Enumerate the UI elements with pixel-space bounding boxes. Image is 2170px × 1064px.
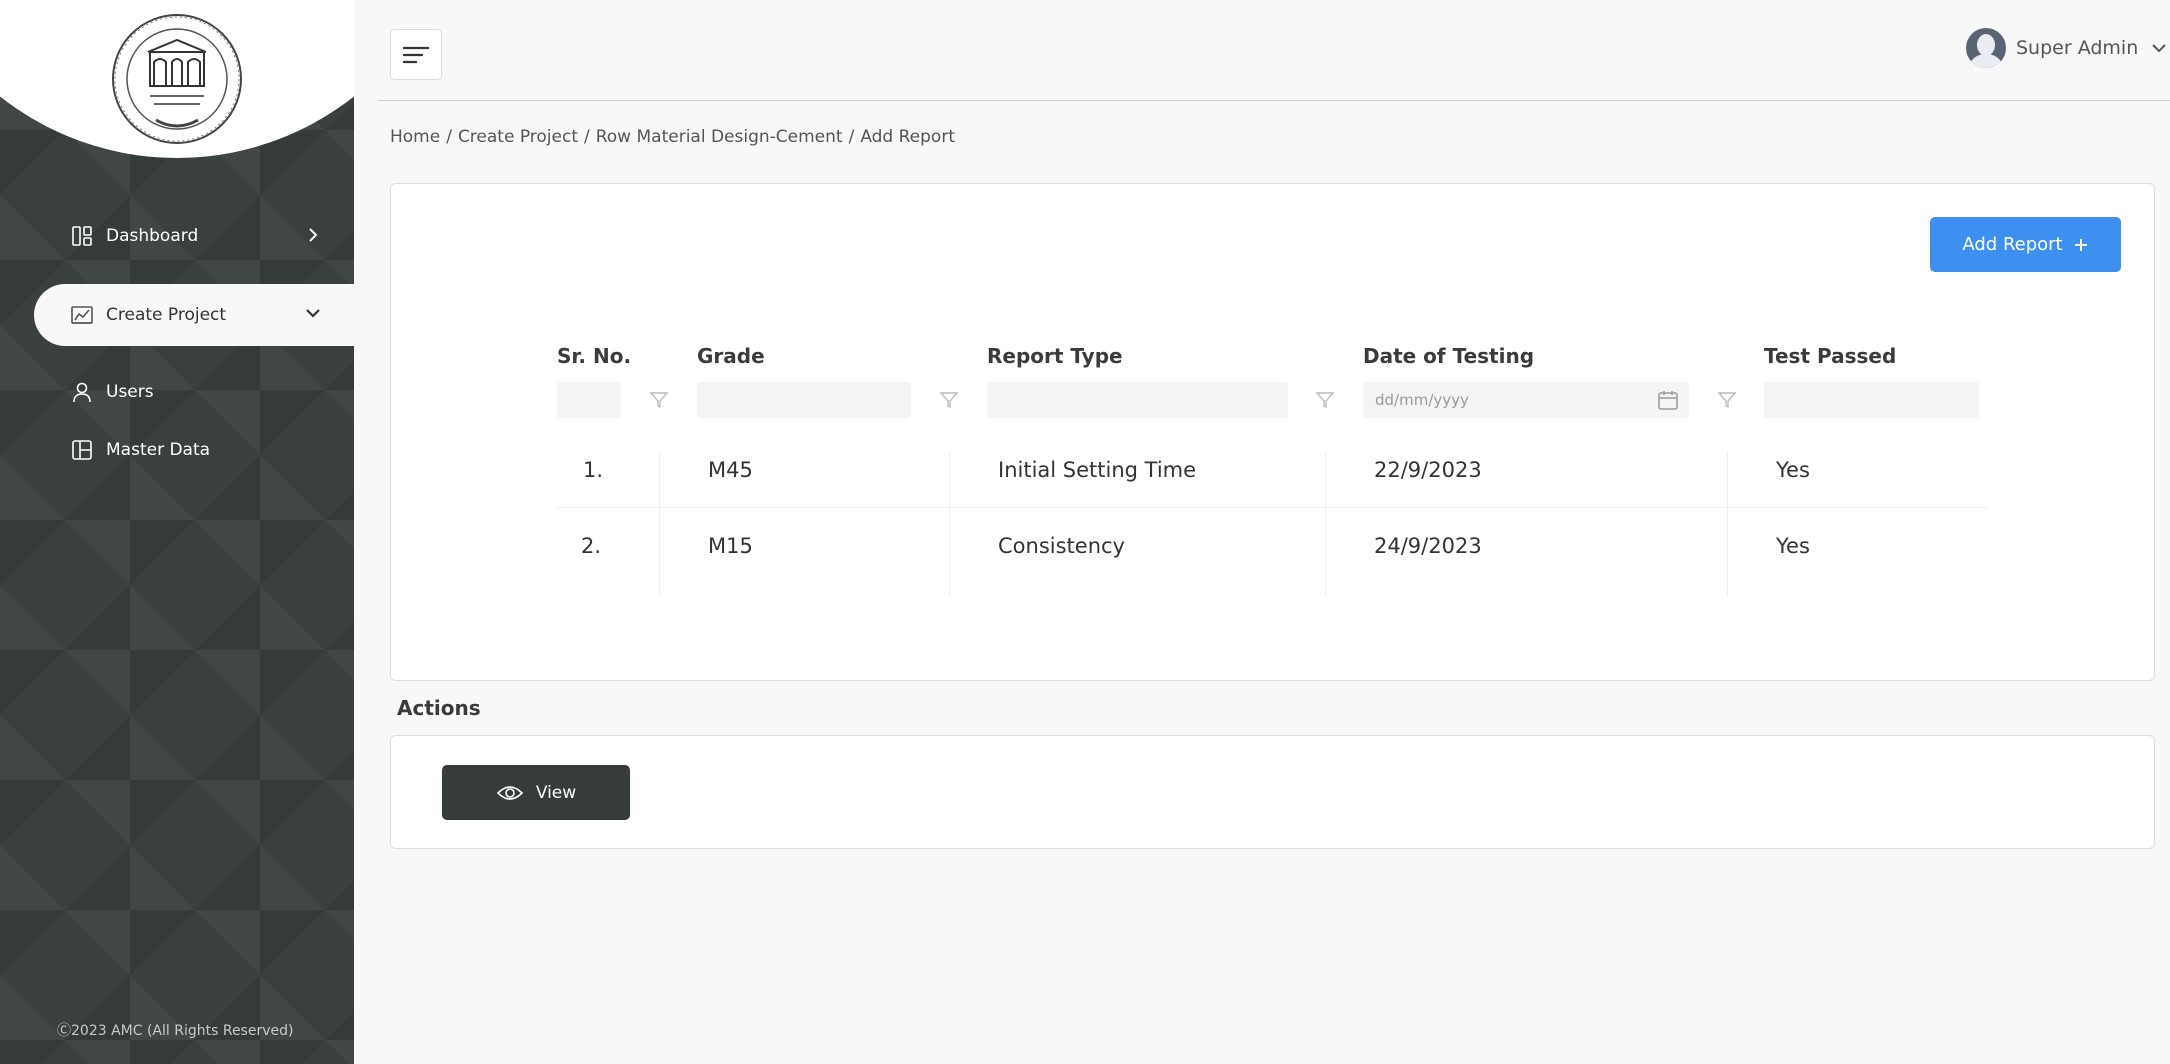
hamburger-icon: [402, 46, 430, 63]
breadcrumb-separator: /: [584, 127, 590, 147]
column-separator: [1325, 452, 1326, 596]
cell-test-passed: Yes: [1776, 534, 1810, 558]
sidebar-item-label: Master Data: [106, 440, 211, 460]
column-separator: [949, 452, 950, 596]
report-table-card: Add Report Sr. No. Grade Report Type Dat…: [390, 183, 2155, 681]
create-project-icon: [70, 303, 94, 327]
breadcrumb-add-report: Add Report: [860, 127, 955, 147]
filter-icon[interactable]: [649, 390, 669, 410]
date-filter-input[interactable]: dd/mm/yyyy: [1363, 382, 1689, 418]
user-icon: [70, 380, 94, 404]
dashboard-icon: [70, 224, 94, 248]
column-header-test-passed[interactable]: Test Passed: [1764, 344, 1896, 368]
add-report-button[interactable]: Add Report: [1930, 217, 2121, 272]
breadcrumb: Home / Create Project / Row Material Des…: [390, 127, 955, 147]
chevron-right-icon[interactable]: [306, 226, 320, 244]
filter-icon[interactable]: [939, 390, 959, 410]
breadcrumb-separator: /: [446, 127, 452, 147]
master-data-icon: [70, 438, 94, 462]
sidebar-item-master-data[interactable]: Master Data: [70, 426, 210, 474]
breadcrumb-row-material[interactable]: Row Material Design-Cement: [596, 127, 843, 147]
cell-report-type: Initial Setting Time: [998, 458, 1197, 482]
copyright-icon: Ⓒ: [57, 1023, 71, 1039]
avatar: [1966, 28, 2006, 68]
cell-grade: M45: [708, 458, 753, 482]
report-type-filter-input[interactable]: [987, 382, 1288, 418]
column-separator: [1727, 452, 1728, 596]
cell-sr-no: 1.: [583, 458, 604, 482]
chevron-down-icon: [2152, 44, 2166, 53]
chevron-down-icon[interactable]: [304, 306, 322, 320]
cell-report-type: Consistency: [998, 534, 1125, 558]
cell-sr-no: 2.: [581, 534, 602, 558]
plus-icon: [2074, 238, 2087, 251]
actions-card: View: [390, 735, 2155, 849]
user-menu[interactable]: Super Admin: [1966, 28, 2168, 68]
test-passed-filter-input[interactable]: [1764, 382, 1979, 418]
sidebar-item-users[interactable]: Users: [70, 368, 154, 416]
date-placeholder: dd/mm/yyyy: [1375, 391, 1469, 409]
cell-date: 24/9/2023: [1374, 534, 1482, 558]
breadcrumb-create-project[interactable]: Create Project: [458, 127, 578, 147]
cell-grade: M15: [708, 534, 753, 558]
sidebar-item-create-project[interactable]: Create Project: [70, 291, 226, 339]
copyright-footer: Ⓒ2023 AMC (All Rights Reserved): [57, 1023, 294, 1039]
calendar-icon[interactable]: [1657, 389, 1679, 411]
column-header-sr-no[interactable]: Sr. No.: [557, 344, 631, 368]
cell-test-passed: Yes: [1776, 458, 1810, 482]
header-divider: [378, 100, 2170, 101]
sidebar: Dashboard Create Project Users Master Da…: [0, 0, 354, 1064]
menu-toggle-button[interactable]: [390, 29, 442, 80]
filter-icon[interactable]: [1315, 390, 1335, 410]
eye-icon: [496, 785, 523, 800]
column-header-report-type[interactable]: Report Type: [987, 344, 1123, 368]
cell-date: 22/9/2023: [1374, 458, 1482, 482]
sidebar-item-label: Create Project: [106, 305, 227, 325]
amc-logo: [112, 14, 242, 144]
breadcrumb-home[interactable]: Home: [390, 127, 440, 147]
column-header-grade[interactable]: Grade: [697, 344, 765, 368]
user-name: Super Admin: [2016, 37, 2139, 59]
sr-no-filter-input[interactable]: [557, 382, 621, 418]
filter-icon[interactable]: [1717, 390, 1737, 410]
actions-title: Actions: [397, 696, 481, 720]
sidebar-item-label: Users: [106, 382, 154, 402]
breadcrumb-separator: /: [848, 127, 855, 147]
row-divider: [557, 507, 1987, 508]
view-button[interactable]: View: [442, 765, 630, 820]
column-separator: [659, 452, 660, 596]
sidebar-item-dashboard[interactable]: Dashboard: [70, 212, 198, 260]
sidebar-item-label: Dashboard: [106, 226, 199, 246]
column-header-date-of-testing[interactable]: Date of Testing: [1363, 344, 1534, 368]
grade-filter-input[interactable]: [697, 382, 911, 418]
